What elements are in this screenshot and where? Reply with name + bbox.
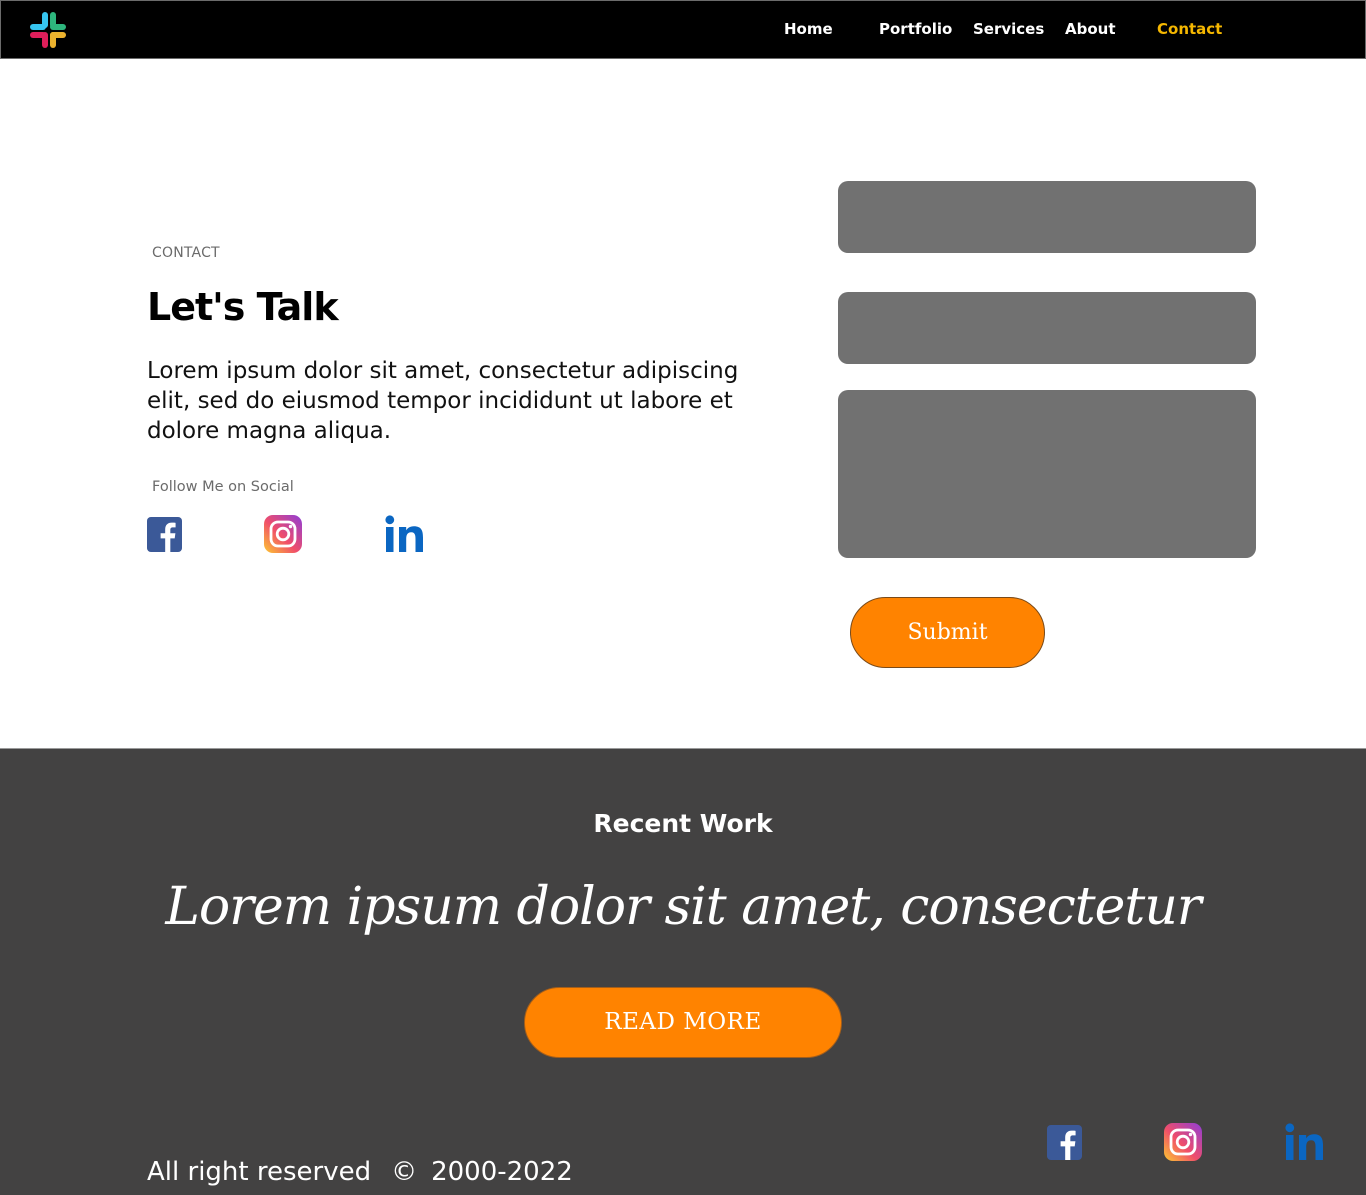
copyright-years: 2000-2022 <box>431 1157 573 1187</box>
nav-link-home[interactable]: Home <box>784 20 833 38</box>
facebook-icon[interactable] <box>1047 1125 1082 1160</box>
linkedin-icon[interactable] <box>385 515 425 553</box>
top-navbar: Home Portfolio Services About Contact <box>0 0 1366 59</box>
copyright: All right reserved © 2000-2022 <box>147 1157 573 1187</box>
page-title: Let's Talk <box>147 285 339 329</box>
facebook-icon[interactable] <box>147 517 182 552</box>
footer-tagline: Lorem ipsum dolor sit amet, consectetur <box>165 877 1201 937</box>
nav-link-contact[interactable]: Contact <box>1157 20 1222 38</box>
nav-link-about[interactable]: About <box>1065 20 1116 38</box>
footer: Recent Work Lorem ipsum dolor sit amet, … <box>0 748 1366 1195</box>
follow-label: Follow Me on Social <box>152 479 294 495</box>
nav-link-services[interactable]: Services <box>973 20 1044 38</box>
copyright-symbol: © <box>391 1157 418 1187</box>
instagram-icon[interactable] <box>1164 1123 1202 1161</box>
nav-link-portfolio[interactable]: Portfolio <box>879 20 952 38</box>
section-eyebrow: CONTACT <box>152 245 220 261</box>
message-field[interactable] <box>838 390 1256 558</box>
intro-text: Lorem ipsum dolor sit amet, consectetur … <box>147 358 739 444</box>
logo-icon[interactable] <box>28 10 68 50</box>
recent-work-title: Recent Work <box>593 809 773 838</box>
submit-button[interactable]: Submit <box>850 597 1045 668</box>
read-more-button[interactable]: READ MORE <box>524 987 842 1058</box>
linkedin-icon[interactable] <box>1285 1123 1325 1161</box>
email-field[interactable] <box>838 292 1256 364</box>
instagram-icon[interactable] <box>264 515 302 553</box>
name-field[interactable] <box>838 181 1256 253</box>
copyright-text: All right reserved <box>147 1157 372 1187</box>
